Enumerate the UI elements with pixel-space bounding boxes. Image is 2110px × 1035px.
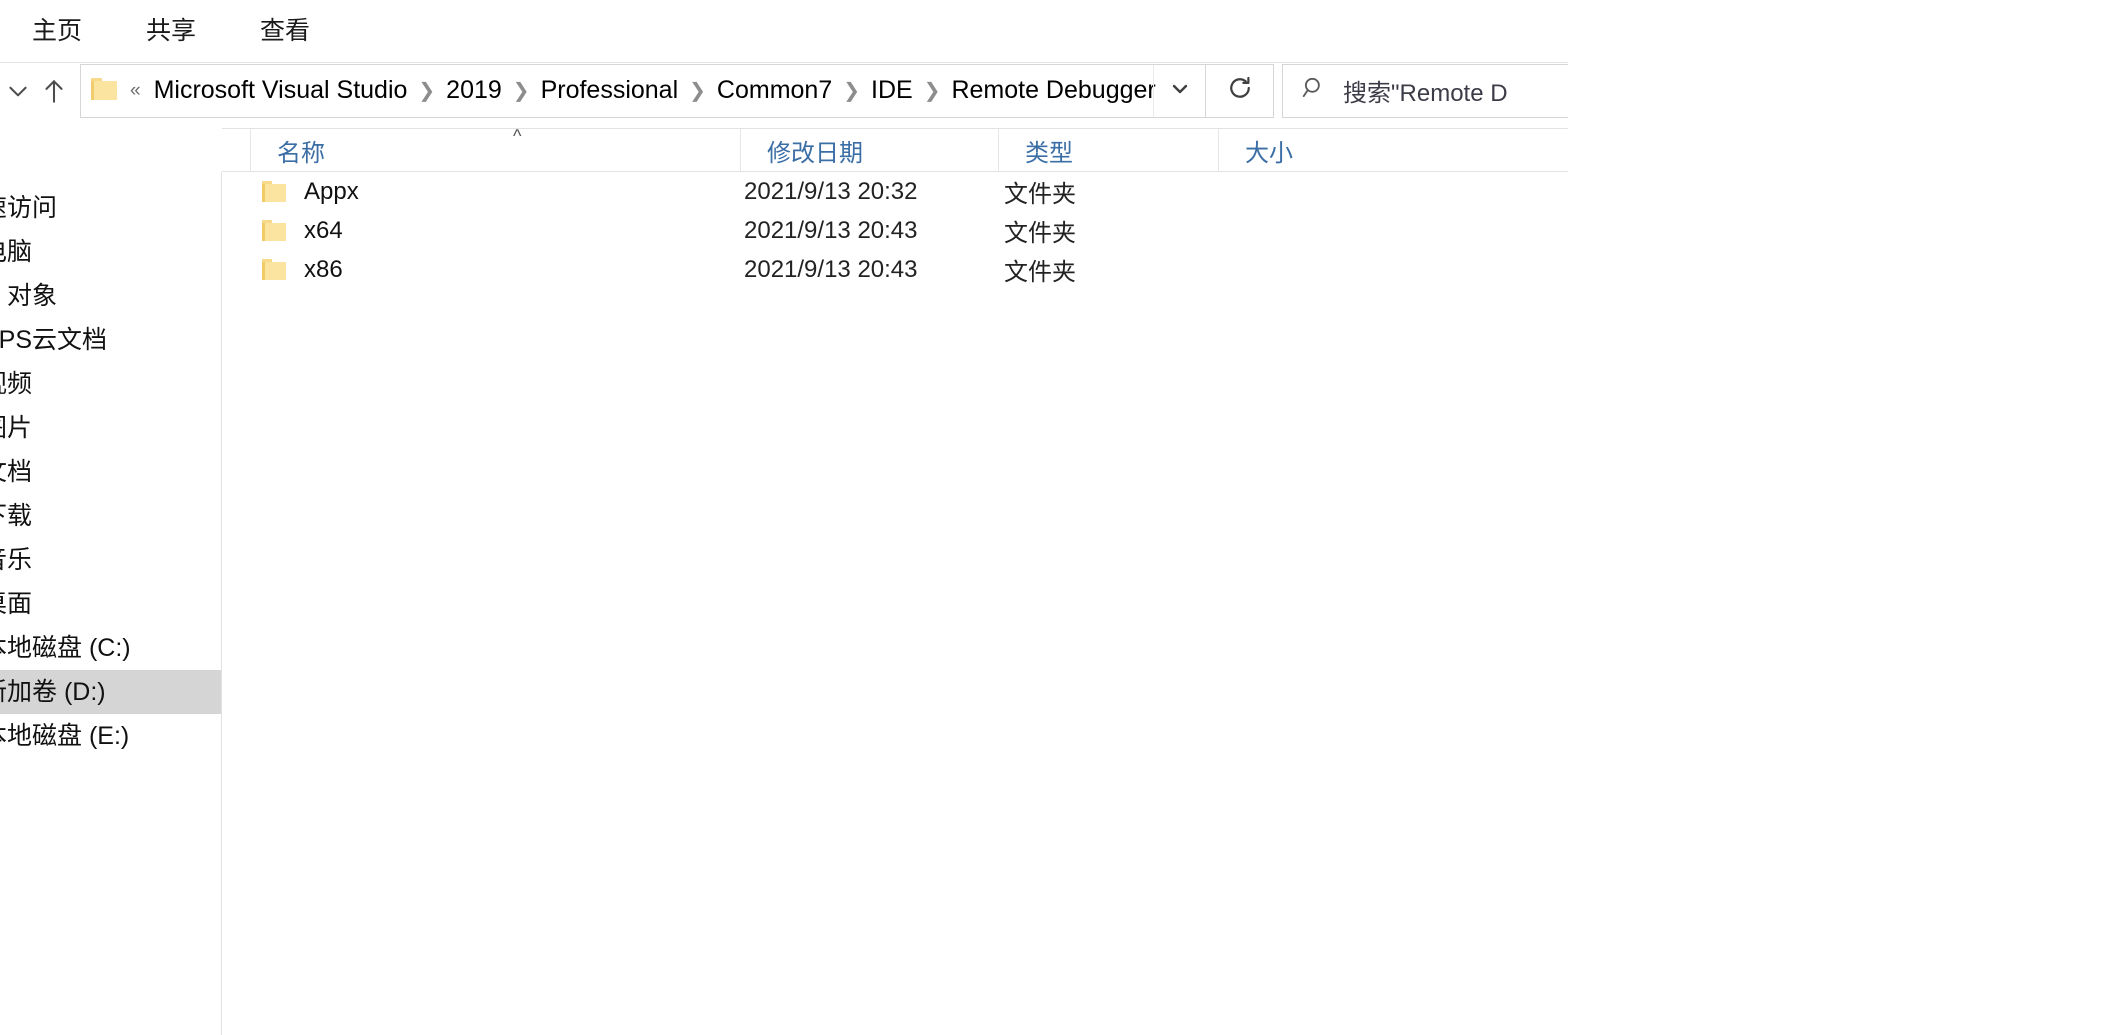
breadcrumb-separator-icon: ❯	[689, 79, 706, 102]
tab-view[interactable]: 查看	[242, 0, 328, 62]
sidebar-item-label: 音乐	[0, 546, 33, 574]
column-header-size-label: 大小	[1245, 139, 1293, 167]
ribbon-tabs: 主页 共享 查看	[0, 0, 356, 62]
sidebar-item-6[interactable]: 文档	[0, 450, 221, 494]
folder-icon	[262, 181, 286, 202]
file-name-label: x64	[304, 216, 343, 244]
folder-icon	[262, 220, 286, 241]
file-list-rows: Appx 2021/9/13 20:32 文件夹 x64 2021/9/13 20:43…	[222, 172, 1568, 289]
address-bar-row: « Microsoft Visual Studio ❯ 2019 ❯ Professio…	[0, 62, 1568, 118]
file-explorer-window: 主页 共享 查看 « Microsoft Visual Studio ❯ 201…	[0, 0, 2110, 1035]
file-type-cell: 文件夹	[1004, 259, 1076, 286]
folder-icon	[262, 259, 286, 280]
tab-home[interactable]: 主页	[14, 0, 100, 62]
breadcrumb-separator-icon: ❯	[418, 79, 436, 102]
breadcrumb-separator-icon: ❯	[843, 79, 860, 102]
file-date-cell: 2021/9/13 20:43	[744, 216, 918, 244]
file-name-cell[interactable]: Appx	[262, 178, 359, 206]
sidebar-item-7[interactable]: 下载	[0, 494, 221, 538]
search-input[interactable]: 搜索"Remote D	[1343, 73, 1508, 108]
folder-icon	[91, 77, 121, 104]
table-row[interactable]: Appx 2021/9/13 20:32 文件夹	[222, 172, 1568, 211]
search-box[interactable]: 搜索"Remote D	[1282, 63, 1568, 118]
refresh-button[interactable]	[1206, 63, 1274, 118]
arrow-up-icon	[41, 77, 67, 105]
sidebar-item-11[interactable]: 新加卷 (D:)	[0, 670, 221, 714]
table-row[interactable]: x86 2021/9/13 20:43 文件夹	[222, 250, 1568, 289]
sidebar-item-label: 视频	[0, 370, 33, 398]
ribbon-tab-label: 共享	[146, 17, 197, 45]
sort-ascending-icon: ^	[513, 126, 522, 146]
sidebar-item-2[interactable]: D 对象	[0, 274, 221, 318]
file-name-cell[interactable]: x64	[262, 217, 343, 245]
sidebar-item-3[interactable]: VPS云文档	[0, 318, 221, 362]
breadcrumb: Microsoft Visual Studio ❯ 2019 ❯ Professiona…	[150, 76, 1160, 105]
column-header-date-label: 修改日期	[767, 139, 863, 167]
up-one-level-button[interactable]	[36, 64, 72, 118]
window-viewport: 主页 共享 查看 « Microsoft Visual Studio ❯ 201…	[0, 0, 1568, 1035]
sidebar-item-label: 下载	[0, 502, 33, 530]
column-header-name-label: 名称	[277, 139, 325, 167]
breadcrumb-item[interactable]: Remote Debugger	[947, 76, 1159, 105]
sidebar-item-8[interactable]: 音乐	[0, 538, 221, 582]
file-date-cell: 2021/9/13 20:32	[744, 177, 918, 205]
file-date-cell: 2021/9/13 20:43	[744, 255, 918, 283]
table-row[interactable]: x64 2021/9/13 20:43 文件夹	[222, 211, 1568, 250]
column-header-bar: 名称 ^ 修改日期 类型 大小	[222, 126, 1568, 172]
sidebar-item-label: 新加卷 (D:)	[0, 678, 106, 706]
sidebar-item-0[interactable]: 速访问	[0, 186, 221, 230]
address-dropdown-button[interactable]	[1153, 64, 1205, 117]
column-header-size[interactable]: 大小	[1218, 129, 1368, 171]
sidebar-item-4[interactable]: 视频	[0, 362, 221, 406]
file-list[interactable]: Appx 2021/9/13 20:32 文件夹 x64 2021/9/13 20:43…	[222, 172, 1568, 1035]
column-header-date-modified[interactable]: 修改日期	[740, 129, 998, 171]
navigation-pane-list: 速访问电脑 D 对象 VPS云文档视频图片文档下载音乐桌面本地磁盘 (C:) 新加卷 …	[0, 186, 221, 758]
column-header-name[interactable]: 名称 ^	[250, 126, 740, 171]
breadcrumb-separator-icon: ❯	[512, 79, 530, 102]
breadcrumb-overflow-icon[interactable]: «	[130, 80, 141, 102]
breadcrumb-separator-icon: ❯	[923, 79, 941, 102]
file-type-cell: 文件夹	[1004, 220, 1076, 247]
sidebar-item-label: 图片	[0, 414, 33, 442]
ribbon-tab-bar: 主页 共享 查看	[0, 0, 1568, 62]
sidebar-item-5[interactable]: 图片	[0, 406, 221, 450]
file-name-label: x86	[304, 255, 343, 283]
sidebar-item-label: VPS云文档	[0, 326, 108, 354]
navigation-pane[interactable]: 速访问电脑 D 对象 VPS云文档视频图片文档下载音乐桌面本地磁盘 (C:) 新加卷 …	[0, 172, 222, 1035]
breadcrumb-item[interactable]: 2019	[442, 76, 506, 105]
ribbon-tab-label: 主页	[32, 17, 83, 45]
chevron-down-icon	[1168, 76, 1192, 105]
breadcrumb-item[interactable]: Professional	[537, 76, 683, 105]
file-name-cell[interactable]: x86	[262, 256, 343, 284]
sidebar-item-label: 桌面	[0, 590, 33, 618]
sidebar-item-1[interactable]: 电脑	[0, 230, 221, 274]
sidebar-item-label: 本地磁盘 (C:)	[0, 634, 131, 662]
refresh-icon	[1226, 74, 1254, 107]
tab-share[interactable]: 共享	[128, 0, 214, 62]
sidebar-item-label: 电脑	[0, 238, 33, 266]
column-header-type[interactable]: 类型	[998, 129, 1218, 171]
chevron-down-icon	[5, 78, 31, 104]
address-bar[interactable]: « Microsoft Visual Studio ❯ 2019 ❯ Professio…	[80, 63, 1206, 118]
sidebar-item-12[interactable]: 本地磁盘 (E:)	[0, 714, 221, 758]
ribbon-tab-label: 查看	[260, 17, 311, 45]
sidebar-item-label: 本地磁盘 (E:)	[0, 722, 130, 750]
sidebar-item-label: 速访问	[0, 194, 58, 222]
breadcrumb-item[interactable]: IDE	[867, 76, 917, 105]
sidebar-item-9[interactable]: 桌面	[0, 582, 221, 626]
recent-locations-button[interactable]	[0, 64, 36, 118]
search-icon	[1301, 75, 1327, 106]
file-type-cell: 文件夹	[1004, 181, 1076, 208]
sidebar-item-10[interactable]: 本地磁盘 (C:)	[0, 626, 221, 670]
column-header-type-label: 类型	[1025, 139, 1073, 167]
breadcrumb-item[interactable]: Microsoft Visual Studio	[150, 76, 412, 105]
sidebar-item-label: 文档	[0, 458, 33, 486]
sidebar-item-label: D 对象	[0, 282, 58, 310]
file-name-label: Appx	[304, 177, 359, 205]
breadcrumb-item[interactable]: Common7	[713, 76, 836, 105]
